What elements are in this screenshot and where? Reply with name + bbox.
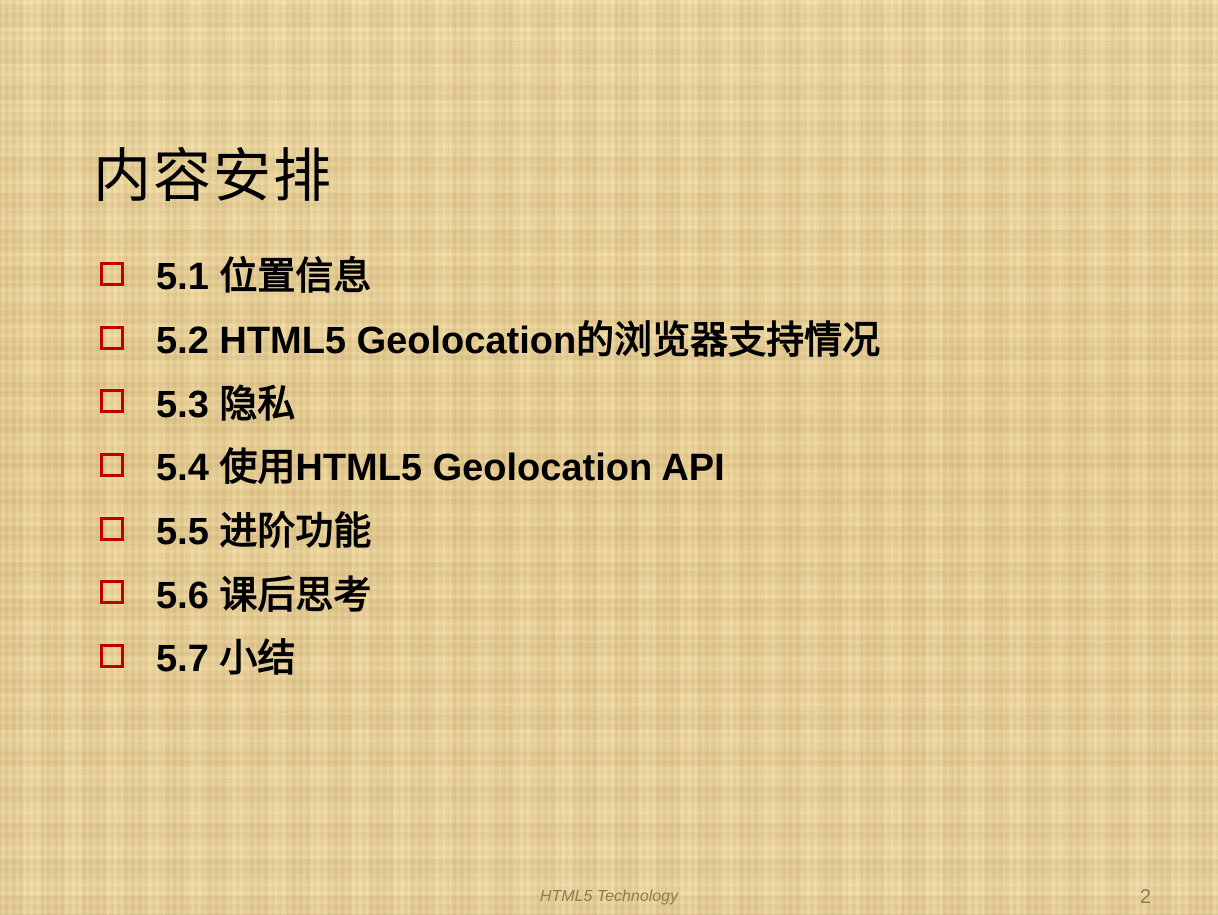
slide-footer: HTML5 Technology: [539, 888, 679, 905]
list-item: 5.1 位置信息: [100, 241, 880, 305]
hollow-square-icon: [100, 261, 124, 286]
bullet-label: 5.2 HTML5 Geolocation的浏览器支持情况: [156, 320, 881, 363]
list-item: 5.7 小结: [100, 623, 880, 687]
bullet-label: 5.4 使用HTML5 Geolocation API: [156, 447, 725, 490]
list-item: 5.2 HTML5 Geolocation的浏览器支持情况: [100, 305, 880, 369]
list-item: 5.3 隐私: [100, 368, 880, 432]
bullet-list: 5.1 位置信息 5.2 HTML5 Geolocation的浏览器支持情况 5…: [100, 241, 880, 687]
bullet-label: 5.6 课后思考: [156, 574, 372, 617]
slide: 内容安排 5.1 位置信息 5.2 HTML5 Geolocation的浏览器支…: [0, 0, 1218, 915]
slide-title: 内容安排: [93, 142, 334, 210]
list-item: 5.6 课后思考: [100, 559, 880, 623]
list-item: 5.4 使用HTML5 Geolocation API: [100, 432, 880, 496]
hollow-square-icon: [100, 389, 124, 414]
bullet-label: 5.7 小结: [156, 638, 296, 681]
bullet-label: 5.1 位置信息: [156, 256, 372, 299]
list-item: 5.5 进阶功能: [100, 496, 880, 560]
hollow-square-icon: [100, 516, 124, 541]
bullet-label: 5.5 进阶功能: [156, 511, 372, 554]
hollow-square-icon: [100, 643, 124, 668]
hollow-square-icon: [100, 452, 124, 477]
hollow-square-icon: [100, 580, 124, 605]
bullet-label: 5.3 隐私: [156, 383, 296, 426]
page-number: 2: [1140, 886, 1152, 908]
hollow-square-icon: [100, 325, 124, 350]
